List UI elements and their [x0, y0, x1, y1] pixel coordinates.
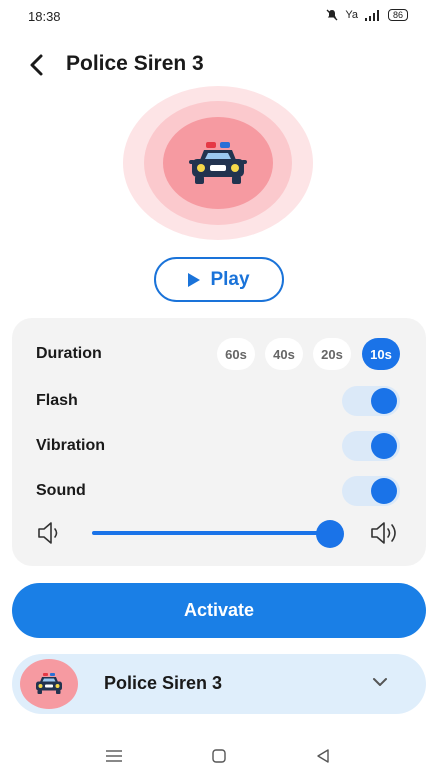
menu-icon[interactable] — [105, 748, 123, 764]
duration-option-20s[interactable]: 20s — [313, 338, 351, 370]
sound-thumbnail — [20, 659, 78, 709]
vibration-label: Vibration — [36, 437, 106, 454]
volume-high-icon — [371, 522, 396, 544]
system-nav-bar — [0, 740, 438, 780]
back-button[interactable] — [26, 52, 50, 78]
duration-label: Duration — [36, 345, 102, 362]
play-icon — [188, 272, 201, 287]
signal-icon — [364, 9, 379, 21]
toggle-knob — [371, 433, 397, 459]
sound-selector[interactable]: Police Siren 3 — [12, 654, 426, 714]
battery-icon: 86 — [387, 9, 408, 21]
page-title: Police Siren 3 — [66, 52, 204, 75]
duration-option-10s[interactable]: 10s — [362, 338, 400, 370]
volume-slider-thumb[interactable] — [316, 520, 344, 548]
toggle-knob — [371, 478, 397, 504]
settings-card: Duration 60s 40s 20s 10s Flash Vibration… — [12, 318, 426, 566]
toggle-knob — [371, 388, 397, 414]
volume-low-icon — [38, 522, 58, 544]
police-car-icon — [189, 142, 247, 184]
selected-sound-label: Police Siren 3 — [104, 673, 223, 693]
police-car-icon — [36, 673, 62, 694]
network-label: Ya — [345, 9, 358, 21]
flash-label: Flash — [36, 392, 78, 409]
status-time: 18:38 — [28, 9, 61, 24]
back-arrow-icon — [30, 54, 43, 76]
mute-icon — [326, 9, 338, 21]
duration-option-60s[interactable]: 60s — [217, 338, 255, 370]
play-label: Play — [210, 268, 250, 290]
flash-toggle[interactable] — [342, 386, 400, 416]
back-nav-icon[interactable] — [315, 748, 331, 764]
sound-toggle[interactable] — [342, 476, 400, 506]
sound-label: Sound — [36, 482, 86, 499]
vibration-toggle[interactable] — [342, 431, 400, 461]
header: Police Siren 3 — [0, 48, 438, 82]
chevron-down-icon — [373, 678, 387, 686]
status-icons: Ya 86 — [326, 9, 408, 21]
home-icon[interactable] — [211, 748, 227, 764]
activate-button[interactable]: Activate — [12, 583, 426, 638]
volume-slider[interactable] — [92, 531, 332, 535]
duration-option-40s[interactable]: 40s — [265, 338, 303, 370]
play-button[interactable]: Play — [154, 257, 284, 302]
siren-visual — [123, 86, 313, 240]
status-bar: 18:38 Ya 86 — [0, 0, 438, 32]
